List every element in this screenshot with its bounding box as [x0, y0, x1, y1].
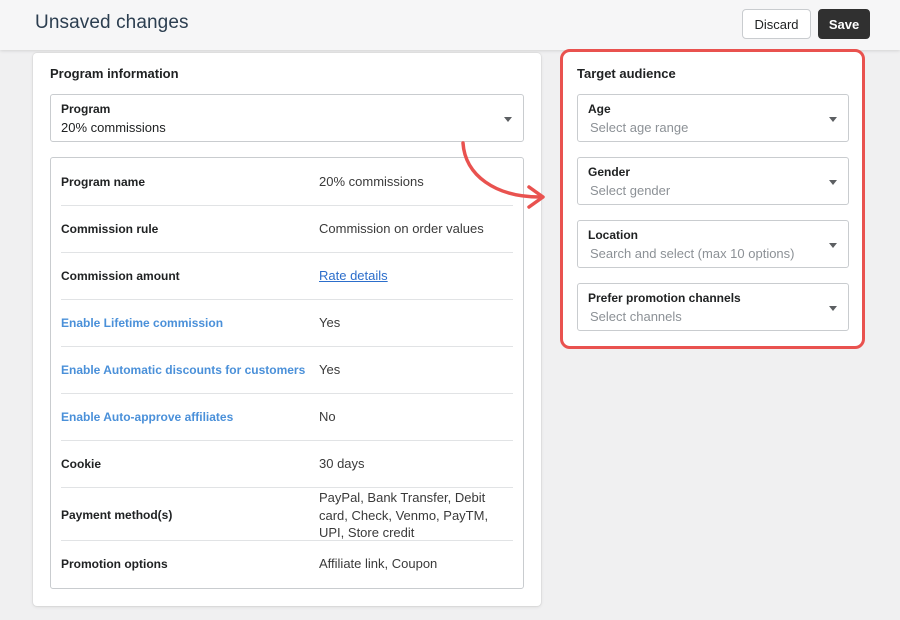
row-value: 30 days: [319, 456, 365, 471]
row-value: Yes: [319, 315, 341, 330]
age-placeholder: Select age range: [590, 120, 689, 135]
save-button[interactable]: Save: [818, 9, 870, 39]
rate-details-link[interactable]: Rate details: [319, 267, 388, 285]
program-information-title: Program information: [50, 66, 179, 81]
row-value: Commission on order values: [319, 221, 484, 236]
row-value: Affiliate link, Coupon: [319, 556, 438, 571]
row-key: Program name: [61, 175, 146, 189]
location-placeholder: Search and select (max 10 options): [590, 246, 795, 261]
gender-label: Gender: [588, 165, 631, 179]
row-key: Enable Lifetime commission: [61, 316, 224, 330]
gender-placeholder: Select gender: [590, 183, 671, 198]
row-key: Cookie: [61, 457, 102, 471]
table-row: Commission amount Rate details: [61, 252, 513, 300]
discard-button[interactable]: Discard: [742, 9, 811, 39]
curved-arrow-icon: [461, 141, 545, 209]
row-value: Yes: [319, 362, 341, 377]
table-row: Enable Lifetime commission Yes: [61, 299, 513, 347]
row-key: Payment method(s): [61, 508, 173, 522]
table-row: Cookie 30 days: [61, 440, 513, 488]
chevron-down-icon: [504, 117, 512, 122]
chevron-down-icon: [829, 306, 837, 311]
program-details-table: Program name 20% commissions Commission …: [50, 157, 524, 589]
top-bar: Unsaved changes Discard Save: [0, 0, 900, 50]
row-key: Commission amount: [61, 269, 180, 283]
table-row: Commission rule Commission on order valu…: [61, 205, 513, 253]
table-row: Program name 20% commissions: [61, 158, 513, 206]
row-key: Enable Automatic discounts for customers: [61, 363, 306, 377]
promotion-channels-select[interactable]: Prefer promotion channels Select channel…: [577, 283, 849, 331]
age-select[interactable]: Age Select age range: [577, 94, 849, 142]
promotion-channels-label: Prefer promotion channels: [588, 291, 741, 305]
age-label: Age: [588, 102, 611, 116]
chevron-down-icon: [829, 243, 837, 248]
table-row: Enable Auto-approve affiliates No: [61, 393, 513, 441]
table-row: Enable Automatic discounts for customers…: [61, 346, 513, 394]
row-key: Commission rule: [61, 222, 159, 236]
chevron-down-icon: [829, 180, 837, 185]
table-row: Promotion options Affiliate link, Coupon: [61, 540, 513, 588]
location-select[interactable]: Location Search and select (max 10 optio…: [577, 220, 849, 268]
target-audience-title: Target audience: [577, 66, 676, 81]
program-select-label: Program: [61, 102, 111, 116]
page-title: Unsaved changes: [35, 12, 189, 33]
program-select[interactable]: Program 20% commissions: [50, 94, 524, 142]
gender-select[interactable]: Gender Select gender: [577, 157, 849, 205]
table-row: Payment method(s) PayPal, Bank Transfer,…: [61, 487, 513, 541]
row-value: PayPal, Bank Transfer, Debit card, Check…: [319, 490, 489, 540]
row-value: No: [319, 409, 336, 424]
location-label: Location: [588, 228, 638, 242]
row-key: Enable Auto-approve affiliates: [61, 410, 234, 424]
chevron-down-icon: [829, 117, 837, 122]
promotion-channels-placeholder: Select channels: [590, 309, 682, 324]
program-select-value: 20% commissions: [61, 120, 166, 135]
row-key: Promotion options: [61, 557, 168, 571]
